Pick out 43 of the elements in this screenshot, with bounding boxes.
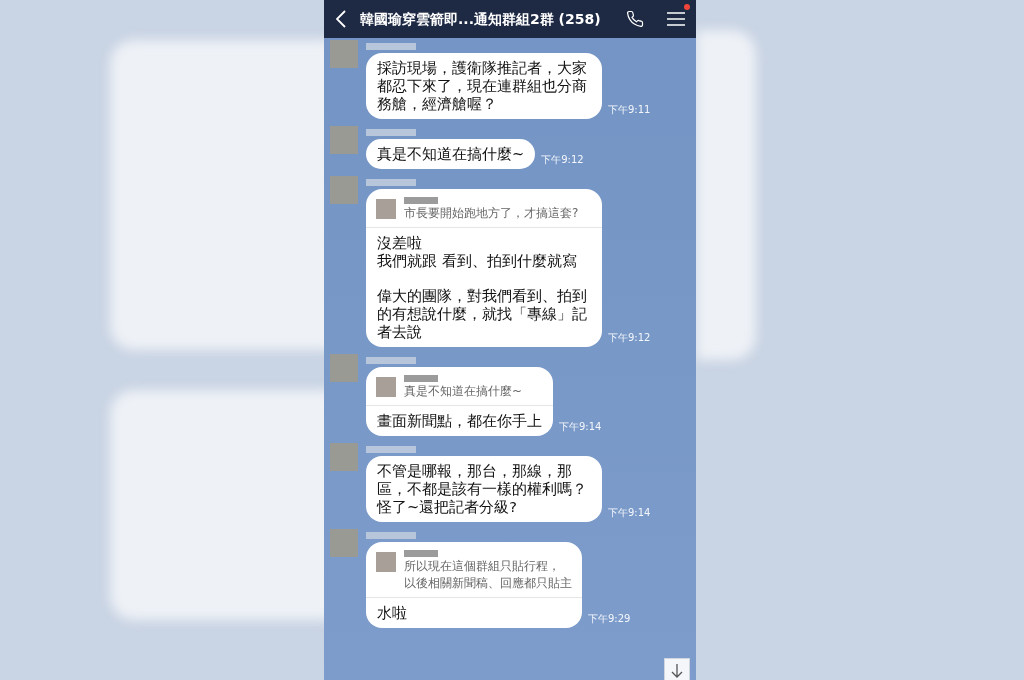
message-text: 水啦 bbox=[377, 604, 408, 622]
quoted-text: 以後相關新聞稿、回應都只貼主 bbox=[404, 576, 572, 591]
scroll-down-button[interactable] bbox=[664, 658, 690, 680]
quote-avatar-placeholder bbox=[376, 377, 396, 397]
quote-avatar-placeholder bbox=[376, 199, 396, 219]
message-time: 下午9:29 bbox=[588, 612, 631, 626]
message-text: 我們就跟 看到、拍到什麼就寫 bbox=[377, 252, 578, 270]
back-icon bbox=[336, 10, 346, 28]
phone-icon bbox=[626, 10, 644, 28]
avatar-placeholder bbox=[330, 40, 358, 68]
call-button[interactable] bbox=[624, 8, 646, 30]
message-time: 下午9:12 bbox=[608, 331, 651, 345]
message-text: 採訪現場，護衛隊推記者，大家都忍下來了，現在連群組也分商務艙，經濟艙喔？ bbox=[377, 59, 588, 113]
blurred-name bbox=[366, 446, 416, 453]
blurred-name bbox=[366, 179, 416, 186]
avatar-placeholder bbox=[330, 443, 358, 471]
quoted-text: 真是不知道在搞什麼~ bbox=[404, 384, 523, 399]
message-time: 下午9:14 bbox=[559, 420, 602, 434]
message-text: 偉大的團隊，對我們看到、拍到的有想說什麼，就找「專線」記者去說 bbox=[377, 287, 588, 341]
blurred-name bbox=[366, 532, 416, 539]
blurred-name bbox=[366, 129, 416, 136]
blurred-name bbox=[404, 550, 438, 557]
blurred-name bbox=[404, 375, 438, 382]
avatar-placeholder bbox=[330, 126, 358, 154]
menu-icon bbox=[667, 12, 685, 26]
blurred-name bbox=[366, 357, 416, 364]
message-time: 下午9:12 bbox=[541, 153, 584, 167]
quoted-text: 市長要開始跑地方了，才搞這套? bbox=[404, 206, 579, 221]
message-text: 沒差啦 bbox=[377, 234, 423, 252]
avatar-placeholder bbox=[330, 176, 358, 204]
blurred-name bbox=[366, 43, 416, 50]
chat-title: 韓國瑜穿雲箭即...通知群組2群 (258) bbox=[360, 9, 602, 29]
message-time: 下午9:11 bbox=[608, 103, 651, 117]
message-time: 下午9:14 bbox=[608, 506, 651, 520]
message-text: 畫面新聞點，都在你手上 bbox=[377, 412, 542, 430]
blurred-name bbox=[404, 197, 438, 204]
arrow-down-icon bbox=[671, 664, 683, 678]
avatar-placeholder bbox=[330, 354, 358, 382]
message-text: 真是不知道在搞什麼~ bbox=[377, 145, 525, 163]
quote-avatar-placeholder bbox=[376, 552, 396, 572]
avatar-placeholder bbox=[330, 529, 358, 557]
message-text: 不管是哪報，那台，那線，那區，不都是該有一樣的權利嗎？怪了~還把記者分級? bbox=[377, 462, 588, 516]
quoted-text: 所以現在這個群組只貼行程， bbox=[404, 559, 561, 574]
